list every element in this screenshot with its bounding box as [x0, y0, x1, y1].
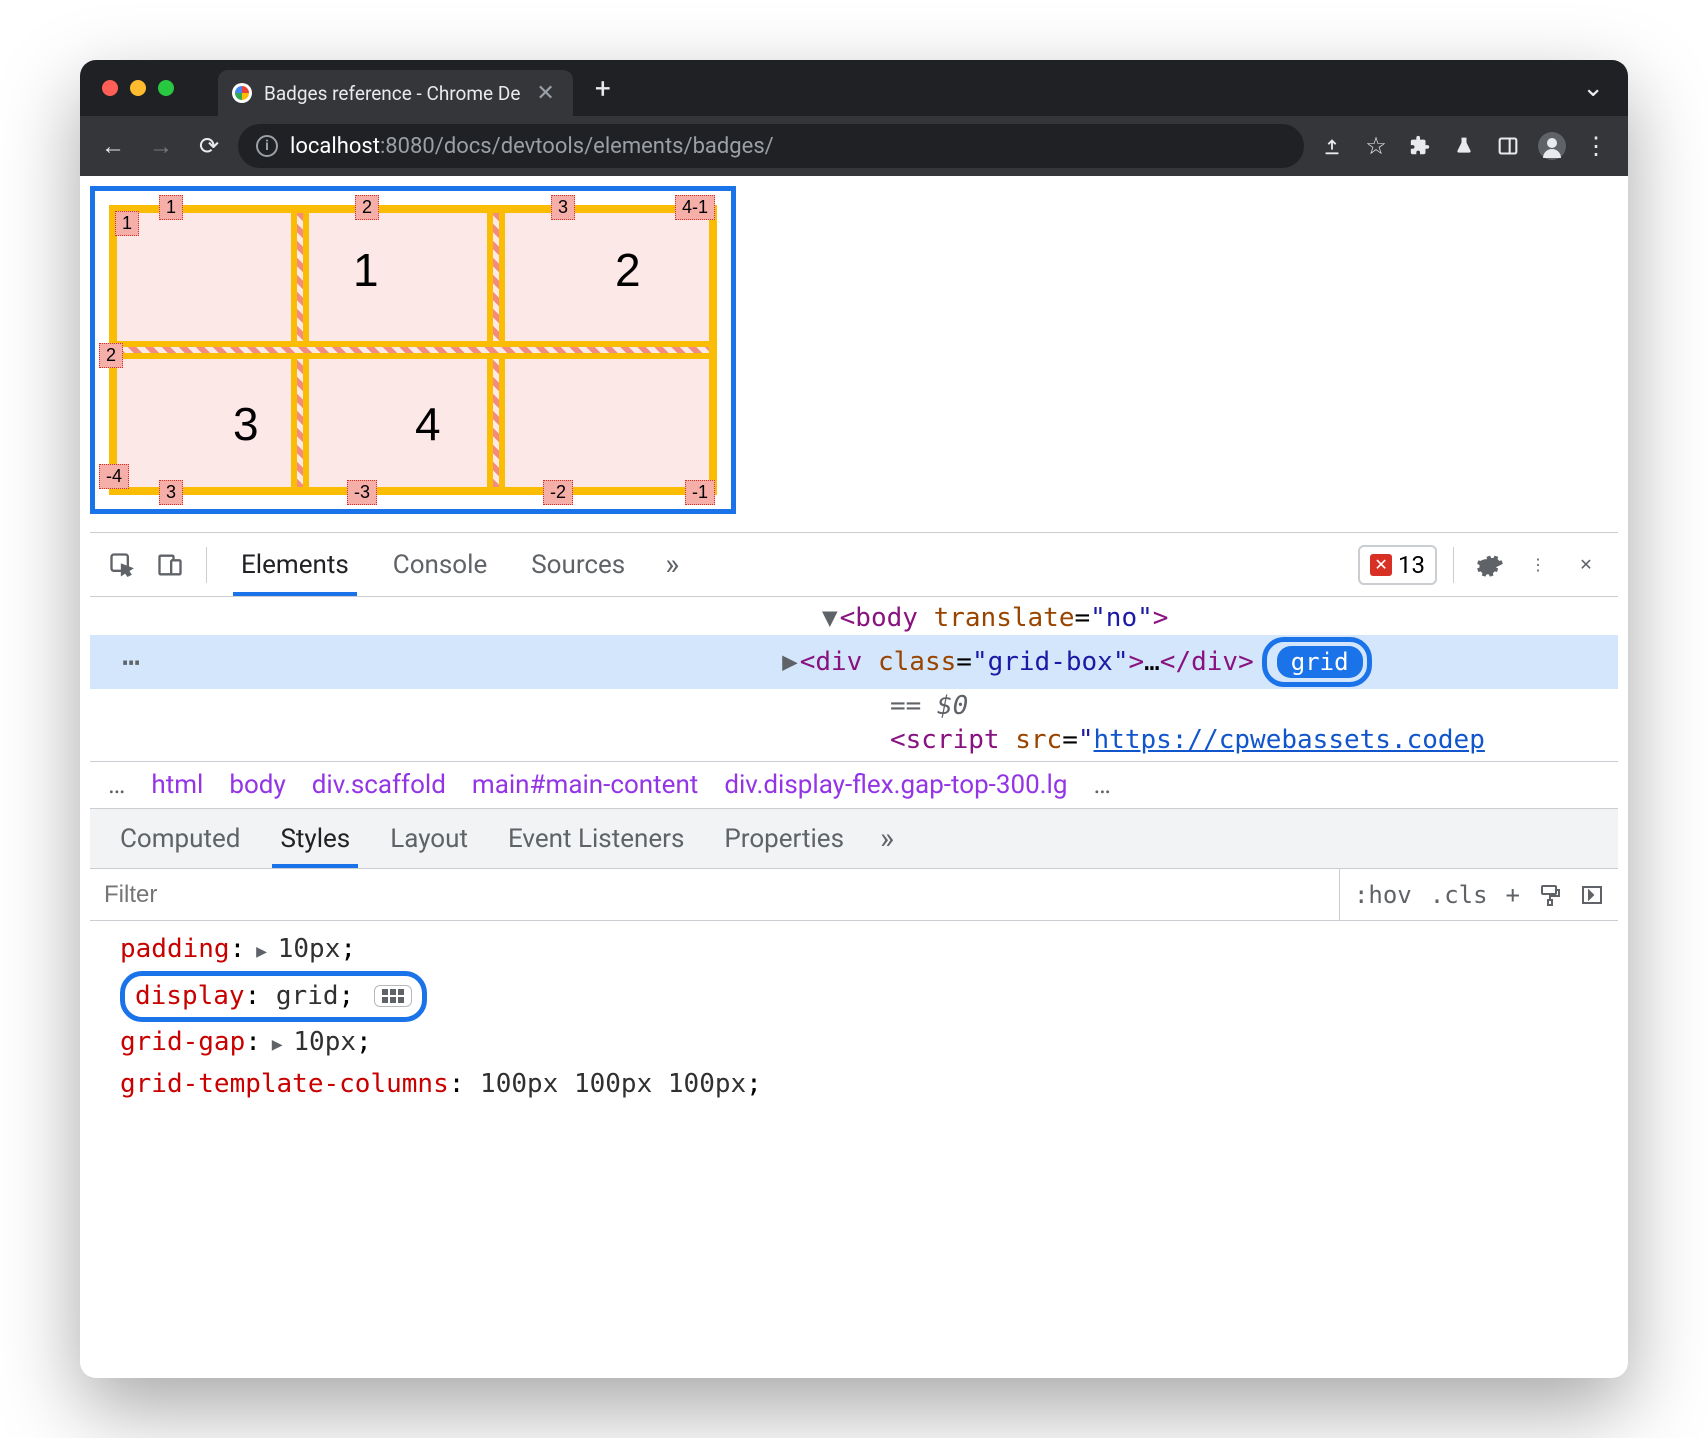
chrome-favicon-icon	[232, 83, 252, 103]
breadcrumb-item[interactable]: div.scaffold	[312, 770, 446, 800]
forward-button[interactable]: →	[142, 127, 180, 165]
dom-menu-icon[interactable]: ⋯	[106, 645, 142, 680]
breadcrumb-item[interactable]: html	[151, 770, 203, 800]
more-tabs-icon[interactable]: »	[651, 547, 693, 582]
dom-eq0: == $0	[90, 689, 1618, 723]
display-grid-highlight: display: grid;	[120, 971, 427, 1023]
devtools-toolbar: Elements Console Sources » ✕ 13 ⋮ ✕	[90, 533, 1618, 597]
grid-line-label: -4	[99, 464, 129, 489]
grid-cell-content: 4	[415, 397, 441, 451]
grid-line-label: 1	[115, 211, 139, 236]
tab-styles[interactable]: Styles	[262, 812, 368, 866]
site-info-icon[interactable]: i	[256, 135, 278, 157]
grid-line-label: 3	[159, 480, 183, 505]
browser-tab[interactable]: Badges reference - Chrome De ✕	[218, 70, 573, 116]
grid-line-label: 3	[551, 195, 575, 220]
chrome-titlebar-area: Badges reference - Chrome De ✕ + ⌄ ← → ⟳…	[80, 60, 1628, 176]
breadcrumb-item[interactable]: main#main-content	[472, 770, 698, 800]
grid-editor-icon[interactable]	[374, 985, 412, 1007]
dom-node[interactable]: ▼<body translate="no">	[90, 601, 1618, 635]
new-tab-button[interactable]: +	[595, 72, 611, 105]
cls-button[interactable]: .cls	[1430, 881, 1488, 909]
grid-line-label: -3	[347, 480, 377, 505]
css-declaration[interactable]: grid-template-columns: 100px 100px 100px…	[120, 1064, 1618, 1106]
grid-line-label: -2	[543, 480, 573, 505]
tabs-dropdown-icon[interactable]: ⌄	[1582, 73, 1614, 103]
page-viewport: 1 2 3 4 1 1 2 3 4-1 2 -4 3 -3 -2 -1	[80, 176, 1628, 1105]
browser-window: Badges reference - Chrome De ✕ + ⌄ ← → ⟳…	[80, 60, 1628, 1378]
styles-filter-input[interactable]	[90, 881, 1339, 909]
labs-flask-icon[interactable]	[1446, 128, 1482, 164]
breadcrumb-overflow[interactable]: …	[1093, 770, 1110, 800]
bookmark-star-icon[interactable]: ☆	[1358, 128, 1394, 164]
dom-breadcrumb: … html body div.scaffold main#main-conte…	[90, 761, 1618, 809]
settings-gear-icon[interactable]	[1470, 545, 1510, 585]
address-bar[interactable]: i localhost:8080/docs/devtools/elements/…	[238, 124, 1304, 168]
minimize-window-button[interactable]	[130, 80, 146, 96]
error-count-badge[interactable]: ✕ 13	[1358, 545, 1437, 585]
inspect-element-icon[interactable]	[102, 545, 142, 585]
tab-sources[interactable]: Sources	[513, 536, 643, 594]
styles-tabbar: Computed Styles Layout Event Listeners P…	[90, 809, 1618, 869]
devtools-menu-icon[interactable]: ⋮	[1518, 545, 1558, 585]
css-declaration-display[interactable]: display: grid;	[120, 971, 1618, 1023]
window-controls	[94, 80, 174, 96]
breadcrumb-item[interactable]: div.display-flex.gap-top-300.lg	[724, 770, 1067, 800]
tab-close-icon[interactable]: ✕	[532, 81, 558, 106]
url-text: localhost:8080/docs/devtools/elements/ba…	[290, 134, 774, 159]
grid-line-label: 2	[355, 195, 379, 220]
tab-layout[interactable]: Layout	[372, 812, 486, 866]
grid-line-label: -1	[685, 480, 715, 505]
css-declaration[interactable]: grid-gap: ▶ 10px;	[120, 1022, 1618, 1064]
tab-elements[interactable]: Elements	[223, 536, 367, 594]
grid-cell-content: 3	[233, 397, 259, 451]
grid-line-horizontal	[117, 341, 709, 359]
grid-badge[interactable]: grid	[1277, 646, 1363, 678]
grid-line-label: 1	[159, 195, 183, 220]
tab-console[interactable]: Console	[375, 536, 505, 594]
side-panel-icon[interactable]	[1490, 128, 1526, 164]
devtools-panel: Elements Console Sources » ✕ 13 ⋮ ✕ ▼<bo…	[90, 532, 1618, 1105]
close-window-button[interactable]	[102, 80, 118, 96]
tab-properties[interactable]: Properties	[706, 812, 862, 866]
hov-button[interactable]: :hov	[1354, 881, 1412, 909]
css-rules: padding: ▶ 10px; display: grid; grid-gap…	[90, 921, 1618, 1105]
breadcrumb-item[interactable]: body	[229, 770, 285, 800]
device-toggle-icon[interactable]	[150, 545, 190, 585]
new-rule-icon[interactable]: +	[1506, 881, 1520, 909]
dom-node[interactable]: <script src="https://cpwebassets.codep	[90, 723, 1618, 757]
dom-node-selected[interactable]: ⋯ ▶<div class="grid-box">…</div> grid	[90, 635, 1618, 689]
paint-icon[interactable]	[1538, 883, 1562, 907]
grid-cell-content: 2	[615, 243, 641, 297]
grid-cell-content: 1	[353, 243, 379, 297]
maximize-window-button[interactable]	[158, 80, 174, 96]
breadcrumb-overflow[interactable]: …	[108, 770, 125, 800]
computed-toggle-icon[interactable]	[1580, 883, 1604, 907]
tab-computed[interactable]: Computed	[102, 812, 258, 866]
grid-line-label: 2	[99, 343, 123, 368]
profile-avatar[interactable]	[1534, 128, 1570, 164]
share-icon[interactable]	[1314, 128, 1350, 164]
grid-badge-highlight: grid	[1262, 637, 1372, 687]
styles-filter-row: :hov .cls +	[90, 869, 1618, 921]
grid-overlay-demo: 1 2 3 4 1 1 2 3 4-1 2 -4 3 -3 -2 -1	[90, 186, 736, 514]
css-declaration[interactable]: padding: ▶ 10px;	[120, 929, 1618, 971]
back-button[interactable]: ←	[94, 127, 132, 165]
more-tabs-icon[interactable]: »	[866, 821, 908, 856]
extensions-puzzle-icon[interactable]	[1402, 128, 1438, 164]
reload-button[interactable]: ⟳	[190, 127, 228, 165]
tab-title: Badges reference - Chrome De	[264, 82, 520, 105]
error-icon: ✕	[1370, 554, 1392, 576]
tab-event-listeners[interactable]: Event Listeners	[490, 812, 702, 866]
browser-toolbar: ← → ⟳ i localhost:8080/docs/devtools/ele…	[80, 116, 1628, 176]
close-devtools-icon[interactable]: ✕	[1566, 545, 1606, 585]
chrome-menu-icon[interactable]: ⋮	[1578, 128, 1614, 164]
grid-line-label: 4-1	[675, 195, 715, 220]
dom-tree: ▼<body translate="no"> ⋯ ▶<div class="gr…	[90, 597, 1618, 761]
